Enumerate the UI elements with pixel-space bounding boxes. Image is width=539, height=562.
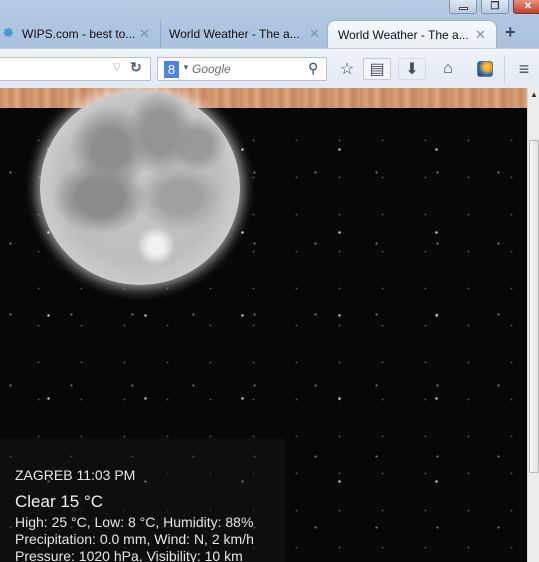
current-condition: Clear 15 °C [15,492,104,511]
tab-label: World Weather - The a... [169,27,300,41]
engine-dropdown-icon[interactable]: ▼ [182,63,190,72]
reading-list-button[interactable]: ▤ [363,58,391,80]
reload-icon[interactable]: ↻ [130,59,142,76]
close-icon: ✕ [523,1,533,12]
restore-button[interactable]: ❐ [481,0,509,14]
tab-wips[interactable]: ✹ WIPS.com - best to... ✕ [0,20,160,48]
close-window-button[interactable]: ✕ [513,0,539,14]
vertical-scrollbar[interactable]: ▲ [527,88,539,562]
tab-strip: ❐ ✕ ✹ WIPS.com - best to... ✕ World Weat… [0,0,539,48]
high-low-humidity: High: 25 °C, Low: 8 °C, Humidity: 88% [15,514,254,530]
google-engine-icon[interactable]: 8 [164,61,179,78]
star-icon: ☆ [339,61,355,78]
tab-close-icon[interactable]: ✕ [475,27,486,43]
tab-world-weather-active[interactable]: World Weather - The a... ✕ [327,20,497,48]
city-time: ZAGREB 11:03 PM [15,467,136,483]
tab-close-icon[interactable]: ✕ [309,26,320,42]
bookmark-star-button[interactable]: ☆ [335,58,359,80]
gear-icon: ✹ [2,25,15,42]
precipitation-wind: Precipitation: 0.0 mm, Wind: N, 2 km/h [15,531,254,547]
extension-button[interactable] [473,58,497,80]
weather-panel: ZAGREB 11:03 PM Clear 15 °C High: 25 °C,… [0,438,285,562]
menu-button[interactable]: ≡ [512,58,536,80]
home-icon: ⌂ [443,60,453,77]
toolbar-divider [504,55,505,83]
scrollbar-thumb[interactable] [529,140,539,473]
pressure-visibility: Pressure: 1020 hPa, Visibility: 10 km [15,548,243,562]
tab-close-icon[interactable]: ✕ [139,26,150,42]
minimize-icon [458,7,468,10]
scroll-up-icon[interactable]: ▲ [530,90,538,99]
search-icon[interactable]: ⚲ [308,60,318,77]
page-content: ZAGREB 11:03 PM Clear 15 °C High: 25 °C,… [0,88,527,562]
navigation-toolbar: ▽ ↻ 8 ▼ ⚲ ☆ ▤ ⬇ ⌂ ≡ [0,48,539,88]
minimize-button[interactable] [449,0,477,14]
search-bar[interactable]: 8 ▼ ⚲ [157,57,327,81]
home-button[interactable]: ⌂ [436,58,460,80]
search-input[interactable] [192,61,302,77]
menu-icon: ≡ [518,58,530,79]
full-moon-image [40,90,240,285]
tab-world-weather-1[interactable]: World Weather - The a... ✕ [160,20,325,48]
history-dropdown-icon[interactable]: ▽ [113,62,121,73]
new-tab-button[interactable]: + [505,22,516,43]
downloads-button[interactable]: ⬇ [398,58,426,80]
tab-label: World Weather - The a... [338,27,469,42]
reader-icon: ▤ [369,61,385,78]
extension-icon [477,61,493,77]
url-bar[interactable]: ▽ ↻ [0,57,151,81]
tab-label: WIPS.com - best to... [22,27,136,41]
download-icon: ⬇ [405,61,419,78]
restore-icon: ❐ [490,1,500,12]
